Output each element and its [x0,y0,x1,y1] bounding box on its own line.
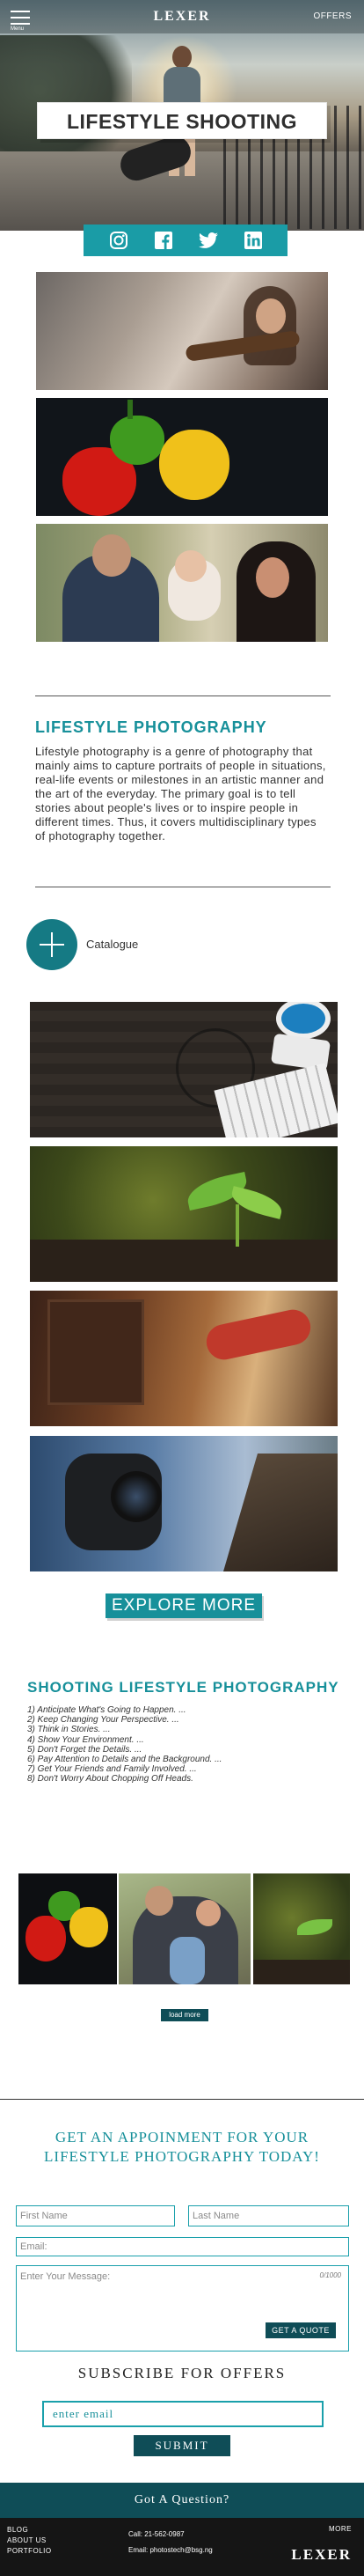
social-bar [84,224,288,256]
list-item: 6) Pay Attention to Details and the Back… [27,1755,222,1765]
linkedin-icon[interactable] [242,229,265,252]
first-name-field[interactable] [16,2205,175,2226]
hero-title: LIFESTYLE SHOOTING [66,110,297,133]
subscribe-email-input[interactable] [44,2403,322,2425]
photo-family-baby [36,524,328,642]
appointment-heading: GET AN APPOINMENT FOR YOUR LIFESTYLE PHO… [44,2129,320,2165]
footer-phone: Call: 21-562-0987 [128,2530,185,2538]
footer-link-about-us[interactable]: ABOUT US [7,2536,52,2546]
instagram-icon[interactable] [107,229,130,252]
footer-email: Email: photostech@bsg.ng [128,2546,213,2554]
subscribe-heading: SUBSCRIBE FOR OFFERS [77,2365,287,2381]
page: Menu LEXER OFFERS LIFESTYLE SHOOTING LIF… [0,0,364,2576]
footer-more-link[interactable]: MORE [329,2525,352,2533]
list-item: 5) Don't Forget the Details. ... [27,1744,142,1755]
last-name-field[interactable] [188,2205,349,2226]
explore-more-button[interactable]: EXPLORE MORE [106,1593,262,1618]
section-divider [0,2099,364,2100]
brand-logo[interactable]: LEXER [0,9,364,25]
footer: BLOG ABOUT US PORTFOLIO Call: 21-562-098… [0,2518,364,2576]
catalogue-plus-button[interactable] [26,919,77,970]
message-field[interactable]: 0/1000 GET A QUOTE [16,2265,349,2352]
list-item: 7) Get Your Friends and Family Involved.… [27,1764,197,1775]
footer-link-portfolio[interactable]: PORTFOLIO [7,2546,52,2557]
footer-link-blog[interactable]: BLOG [7,2525,52,2536]
list-item: 1) Anticipate What's Going to Happen. ..… [27,1705,186,1715]
email-field[interactable] [16,2237,349,2256]
subscribe-email-field[interactable] [42,2401,324,2427]
first-name-input[interactable] [20,2206,174,2226]
hero-title-box: LIFESTYLE SHOOTING [37,102,327,139]
photo-desk-keyboard [30,1002,338,1137]
about-heading: LIFESTYLE PHOTOGRAPHY [35,718,267,736]
hero-image: Menu LEXER OFFERS LIFESTYLE SHOOTING [0,0,364,231]
photo-kitchen-levitation [30,1291,338,1426]
list-item: 8) Don't Worry About Chopping Off Heads. [27,1774,193,1785]
list-item: 2) Keep Changing Your Perspective. ... [27,1715,179,1726]
twitter-icon[interactable] [197,229,220,252]
thumbnail-family[interactable] [119,1873,251,1984]
catalogue-label[interactable]: Catalogue [86,938,138,951]
offers-link[interactable]: OFFERS [313,11,352,21]
email-input[interactable] [20,2238,348,2256]
get-a-quote-button[interactable]: GET A QUOTE [266,2322,336,2338]
photo-sprout [30,1146,338,1282]
about-paragraph: Lifestyle photography is a genre of phot… [35,745,326,843]
thumbnail-sprout[interactable] [253,1873,350,1984]
last-name-input[interactable] [193,2206,348,2226]
shooting-steps-list: 1) Anticipate What's Going to Happen. ..… [27,1705,344,1785]
shooting-heading: SHOOTING LIFESTYLE PHOTOGRAPHY [27,1679,339,1696]
list-item: 4) Show Your Environment. ... [27,1734,144,1745]
footer-contact: Call: 21-562-0987 Email: photostech@bsg.… [128,2527,213,2558]
submit-button[interactable]: SUBMIT [134,2435,230,2456]
photo-woman-guitar [36,272,328,390]
facebook-icon[interactable] [152,229,175,252]
footer-links: BLOG ABOUT US PORTFOLIO [7,2525,52,2557]
got-a-question-banner: Got A Question? [0,2483,364,2518]
footer-brand-logo: LEXER [291,2546,352,2563]
message-counter: 0/1000 [319,2271,341,2279]
list-item: 3) Think in Stories. ... [27,1725,111,1735]
menu-caption: Menu [11,26,25,32]
load-more-button[interactable]: load more [161,2009,208,2021]
photo-camera-photographer [30,1436,338,1571]
thumbnail-peppers[interactable] [18,1873,117,1984]
photo-peppers [36,398,328,516]
